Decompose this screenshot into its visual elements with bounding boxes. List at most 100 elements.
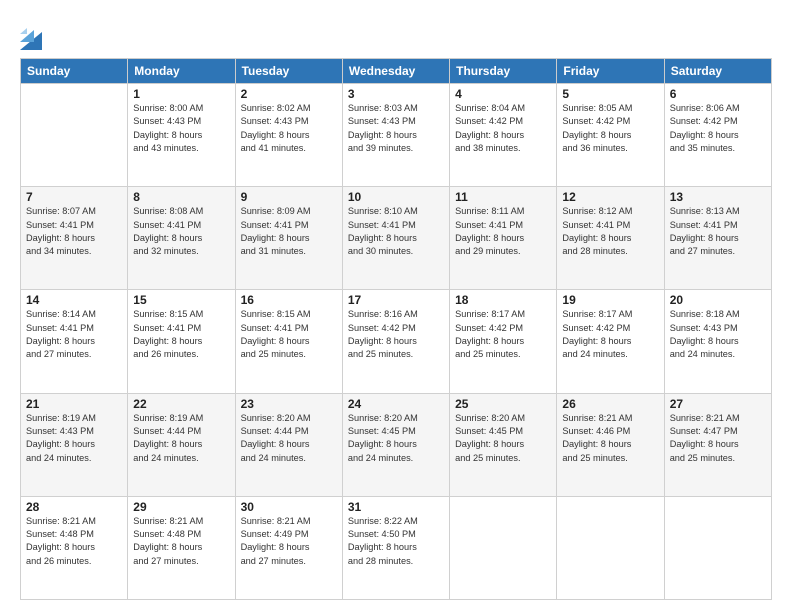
day-cell: 11Sunrise: 8:11 AMSunset: 4:41 PMDayligh… [450,187,557,290]
day-cell: 21Sunrise: 8:19 AMSunset: 4:43 PMDayligh… [21,393,128,496]
day-cell: 29Sunrise: 8:21 AMSunset: 4:48 PMDayligh… [128,496,235,599]
day-cell: 4Sunrise: 8:04 AMSunset: 4:42 PMDaylight… [450,84,557,187]
day-number: 16 [241,293,337,307]
day-number: 20 [670,293,766,307]
day-cell [21,84,128,187]
day-number: 9 [241,190,337,204]
day-info: Sunrise: 8:17 AMSunset: 4:42 PMDaylight:… [562,308,658,361]
day-number: 31 [348,500,444,514]
day-cell [664,496,771,599]
day-cell: 22Sunrise: 8:19 AMSunset: 4:44 PMDayligh… [128,393,235,496]
day-number: 29 [133,500,229,514]
day-info: Sunrise: 8:21 AMSunset: 4:48 PMDaylight:… [26,515,122,568]
day-cell: 15Sunrise: 8:15 AMSunset: 4:41 PMDayligh… [128,290,235,393]
day-cell: 13Sunrise: 8:13 AMSunset: 4:41 PMDayligh… [664,187,771,290]
week-row-1: 1Sunrise: 8:00 AMSunset: 4:43 PMDaylight… [21,84,772,187]
day-cell: 5Sunrise: 8:05 AMSunset: 4:42 PMDaylight… [557,84,664,187]
day-number: 2 [241,87,337,101]
header-sunday: Sunday [21,59,128,84]
day-number: 3 [348,87,444,101]
logo [20,22,45,50]
day-number: 10 [348,190,444,204]
day-number: 8 [133,190,229,204]
day-info: Sunrise: 8:15 AMSunset: 4:41 PMDaylight:… [133,308,229,361]
day-info: Sunrise: 8:11 AMSunset: 4:41 PMDaylight:… [455,205,551,258]
day-cell: 10Sunrise: 8:10 AMSunset: 4:41 PMDayligh… [342,187,449,290]
day-cell: 27Sunrise: 8:21 AMSunset: 4:47 PMDayligh… [664,393,771,496]
day-cell: 23Sunrise: 8:20 AMSunset: 4:44 PMDayligh… [235,393,342,496]
week-row-4: 21Sunrise: 8:19 AMSunset: 4:43 PMDayligh… [21,393,772,496]
day-info: Sunrise: 8:02 AMSunset: 4:43 PMDaylight:… [241,102,337,155]
day-info: Sunrise: 8:17 AMSunset: 4:42 PMDaylight:… [455,308,551,361]
day-info: Sunrise: 8:18 AMSunset: 4:43 PMDaylight:… [670,308,766,361]
day-number: 30 [241,500,337,514]
day-cell: 7Sunrise: 8:07 AMSunset: 4:41 PMDaylight… [21,187,128,290]
day-cell [557,496,664,599]
day-number: 1 [133,87,229,101]
day-cell: 20Sunrise: 8:18 AMSunset: 4:43 PMDayligh… [664,290,771,393]
header [20,18,772,50]
day-number: 17 [348,293,444,307]
day-number: 28 [26,500,122,514]
day-info: Sunrise: 8:06 AMSunset: 4:42 PMDaylight:… [670,102,766,155]
day-info: Sunrise: 8:10 AMSunset: 4:41 PMDaylight:… [348,205,444,258]
day-cell: 16Sunrise: 8:15 AMSunset: 4:41 PMDayligh… [235,290,342,393]
day-info: Sunrise: 8:19 AMSunset: 4:43 PMDaylight:… [26,412,122,465]
day-cell: 2Sunrise: 8:02 AMSunset: 4:43 PMDaylight… [235,84,342,187]
header-wednesday: Wednesday [342,59,449,84]
header-monday: Monday [128,59,235,84]
day-cell [450,496,557,599]
day-number: 7 [26,190,122,204]
week-row-3: 14Sunrise: 8:14 AMSunset: 4:41 PMDayligh… [21,290,772,393]
calendar-header-row: SundayMondayTuesdayWednesdayThursdayFrid… [21,59,772,84]
day-info: Sunrise: 8:15 AMSunset: 4:41 PMDaylight:… [241,308,337,361]
day-number: 22 [133,397,229,411]
day-cell: 31Sunrise: 8:22 AMSunset: 4:50 PMDayligh… [342,496,449,599]
day-info: Sunrise: 8:20 AMSunset: 4:44 PMDaylight:… [241,412,337,465]
day-number: 6 [670,87,766,101]
day-number: 25 [455,397,551,411]
day-number: 14 [26,293,122,307]
day-cell: 1Sunrise: 8:00 AMSunset: 4:43 PMDaylight… [128,84,235,187]
day-number: 11 [455,190,551,204]
day-cell: 30Sunrise: 8:21 AMSunset: 4:49 PMDayligh… [235,496,342,599]
calendar-table: SundayMondayTuesdayWednesdayThursdayFrid… [20,58,772,600]
day-cell: 12Sunrise: 8:12 AMSunset: 4:41 PMDayligh… [557,187,664,290]
day-number: 26 [562,397,658,411]
day-info: Sunrise: 8:21 AMSunset: 4:47 PMDaylight:… [670,412,766,465]
day-cell: 8Sunrise: 8:08 AMSunset: 4:41 PMDaylight… [128,187,235,290]
day-info: Sunrise: 8:00 AMSunset: 4:43 PMDaylight:… [133,102,229,155]
day-number: 4 [455,87,551,101]
header-tuesday: Tuesday [235,59,342,84]
week-row-2: 7Sunrise: 8:07 AMSunset: 4:41 PMDaylight… [21,187,772,290]
header-saturday: Saturday [664,59,771,84]
day-info: Sunrise: 8:12 AMSunset: 4:41 PMDaylight:… [562,205,658,258]
day-cell: 24Sunrise: 8:20 AMSunset: 4:45 PMDayligh… [342,393,449,496]
day-number: 5 [562,87,658,101]
day-number: 18 [455,293,551,307]
day-cell: 3Sunrise: 8:03 AMSunset: 4:43 PMDaylight… [342,84,449,187]
day-info: Sunrise: 8:07 AMSunset: 4:41 PMDaylight:… [26,205,122,258]
header-thursday: Thursday [450,59,557,84]
day-number: 21 [26,397,122,411]
day-number: 15 [133,293,229,307]
day-info: Sunrise: 8:03 AMSunset: 4:43 PMDaylight:… [348,102,444,155]
day-info: Sunrise: 8:13 AMSunset: 4:41 PMDaylight:… [670,205,766,258]
day-info: Sunrise: 8:21 AMSunset: 4:48 PMDaylight:… [133,515,229,568]
day-cell: 19Sunrise: 8:17 AMSunset: 4:42 PMDayligh… [557,290,664,393]
day-info: Sunrise: 8:05 AMSunset: 4:42 PMDaylight:… [562,102,658,155]
day-info: Sunrise: 8:22 AMSunset: 4:50 PMDaylight:… [348,515,444,568]
day-number: 19 [562,293,658,307]
day-info: Sunrise: 8:19 AMSunset: 4:44 PMDaylight:… [133,412,229,465]
header-friday: Friday [557,59,664,84]
day-info: Sunrise: 8:20 AMSunset: 4:45 PMDaylight:… [348,412,444,465]
day-number: 13 [670,190,766,204]
day-number: 24 [348,397,444,411]
day-number: 23 [241,397,337,411]
day-info: Sunrise: 8:08 AMSunset: 4:41 PMDaylight:… [133,205,229,258]
day-number: 12 [562,190,658,204]
day-cell: 14Sunrise: 8:14 AMSunset: 4:41 PMDayligh… [21,290,128,393]
day-info: Sunrise: 8:21 AMSunset: 4:49 PMDaylight:… [241,515,337,568]
day-info: Sunrise: 8:16 AMSunset: 4:42 PMDaylight:… [348,308,444,361]
day-cell: 26Sunrise: 8:21 AMSunset: 4:46 PMDayligh… [557,393,664,496]
